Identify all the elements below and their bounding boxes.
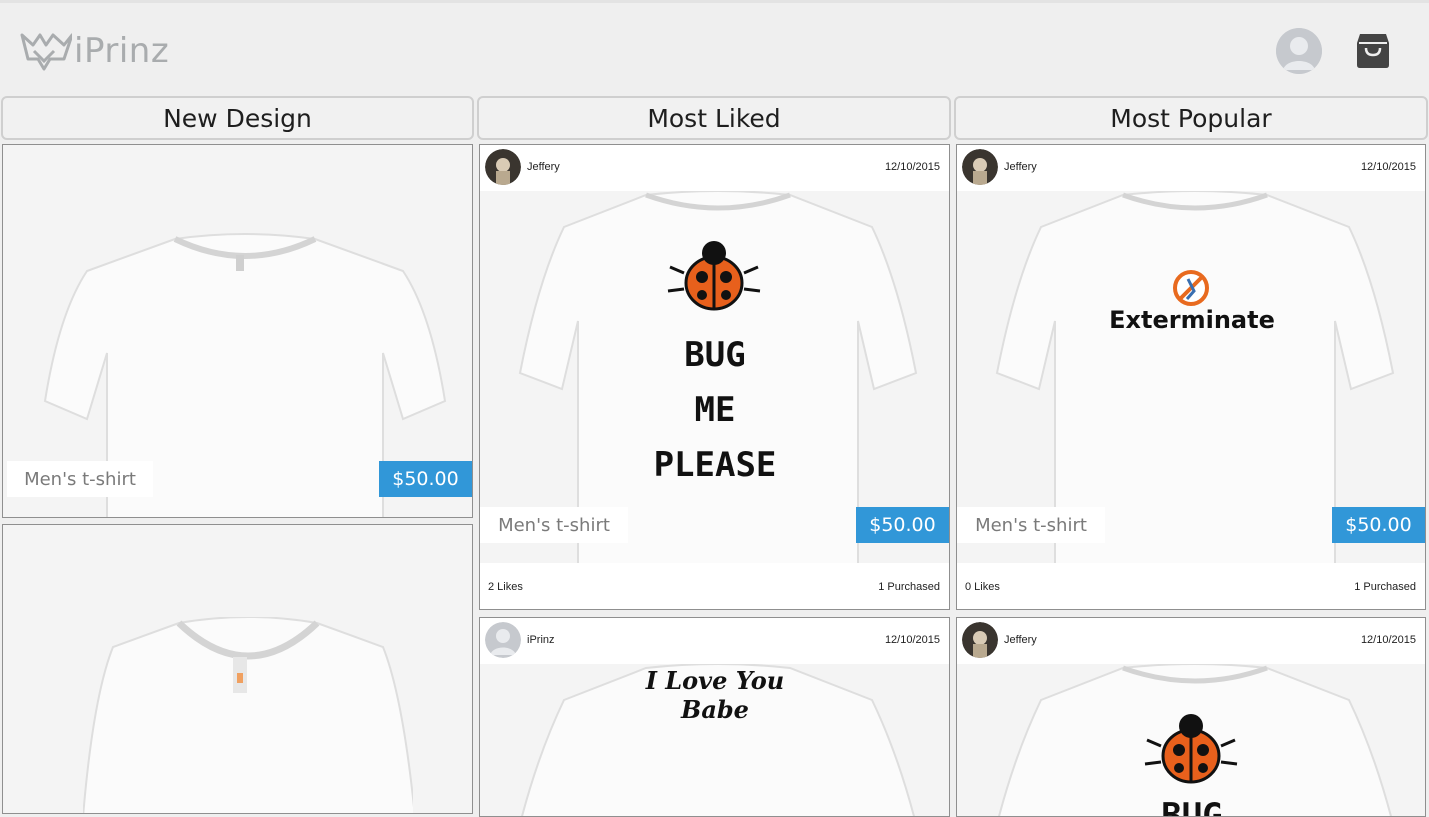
no-bug-icon bbox=[1173, 270, 1209, 306]
most-popular-card[interactable]: Jeffery 12/10/2015 BUG bbox=[956, 617, 1426, 817]
app-name: iPrinz bbox=[74, 31, 170, 71]
card-header: Jeffery 12/10/2015 bbox=[957, 145, 1425, 191]
design-line: PLEASE bbox=[653, 445, 777, 485]
product-label: Men's t-shirt bbox=[480, 507, 628, 543]
card-header: Jeffery 12/10/2015 bbox=[957, 618, 1425, 664]
top-bar: iPrinz bbox=[0, 0, 1429, 92]
profile-avatar-icon bbox=[1276, 28, 1322, 74]
crown-logo-icon bbox=[20, 33, 72, 71]
tab-new-design[interactable]: New Design bbox=[1, 96, 474, 140]
product-label: Men's t-shirt bbox=[7, 461, 153, 497]
likes-count[interactable]: 0 Likes bbox=[965, 581, 1000, 593]
design-text: BUG ME PLEASE bbox=[480, 328, 949, 493]
cart-button[interactable] bbox=[1356, 31, 1390, 69]
design-text: I Love You Babe bbox=[480, 666, 949, 724]
post-date: 12/10/2015 bbox=[1360, 634, 1416, 646]
post-date: 12/10/2015 bbox=[884, 634, 940, 646]
most-popular-card[interactable]: Jeffery 12/10/2015 Exterminate Men's t-s… bbox=[956, 144, 1426, 610]
profile-avatar-button[interactable] bbox=[1276, 28, 1322, 74]
product-label: Men's t-shirt bbox=[957, 507, 1105, 543]
card-header: Jeffery 12/10/2015 bbox=[480, 145, 949, 191]
user-name[interactable]: Jeffery bbox=[1004, 634, 1037, 646]
shopping-bag-icon bbox=[1357, 34, 1389, 68]
tshirt-image bbox=[83, 617, 413, 813]
post-date: 12/10/2015 bbox=[1360, 161, 1416, 173]
user-avatar[interactable] bbox=[962, 149, 998, 185]
tab-most-liked[interactable]: Most Liked bbox=[477, 96, 951, 140]
price-button[interactable]: $50.00 bbox=[1332, 507, 1425, 543]
user-name[interactable]: iPrinz bbox=[527, 634, 555, 646]
tab-label: Most Liked bbox=[647, 103, 781, 133]
card-header: iPrinz 12/10/2015 bbox=[480, 618, 949, 664]
card-footer: 2 Likes 1 Purchased bbox=[480, 563, 949, 609]
design-text: Exterminate bbox=[1109, 306, 1275, 334]
tshirt-image bbox=[998, 664, 1392, 816]
card-footer: 0 Likes 1 Purchased bbox=[957, 563, 1425, 609]
user-avatar[interactable] bbox=[485, 622, 521, 658]
likes-count[interactable]: 2 Likes bbox=[488, 581, 523, 593]
design-line: I Love You bbox=[645, 666, 785, 695]
most-liked-card[interactable]: Jeffery 12/10/2015 BUG ME PLEASE Men's t… bbox=[479, 144, 950, 610]
user-avatar[interactable] bbox=[962, 622, 998, 658]
tab-label: Most Popular bbox=[1110, 103, 1272, 133]
design-line: Babe bbox=[681, 695, 749, 724]
user-name[interactable]: Jeffery bbox=[1004, 161, 1037, 173]
new-design-card[interactable]: Men's t-shirt $50.00 bbox=[2, 144, 473, 518]
purchased-count: 1 Purchased bbox=[1354, 581, 1416, 593]
design-line: BUG bbox=[684, 335, 746, 375]
price-button[interactable]: $50.00 bbox=[379, 461, 472, 497]
most-liked-card[interactable]: iPrinz 12/10/2015 I Love You Babe bbox=[479, 617, 950, 817]
new-design-card[interactable] bbox=[2, 524, 473, 814]
user-avatar[interactable] bbox=[485, 149, 521, 185]
post-date: 12/10/2015 bbox=[884, 161, 940, 173]
purchased-count: 1 Purchased bbox=[878, 581, 940, 593]
design-text: BUG bbox=[1161, 796, 1223, 817]
design-line: ME bbox=[694, 390, 736, 430]
user-name[interactable]: Jeffery bbox=[527, 161, 560, 173]
price-button[interactable]: $50.00 bbox=[856, 507, 949, 543]
tab-most-popular[interactable]: Most Popular bbox=[954, 96, 1428, 140]
tab-label: New Design bbox=[163, 103, 312, 133]
app-logo[interactable]: iPrinz bbox=[20, 29, 169, 73]
